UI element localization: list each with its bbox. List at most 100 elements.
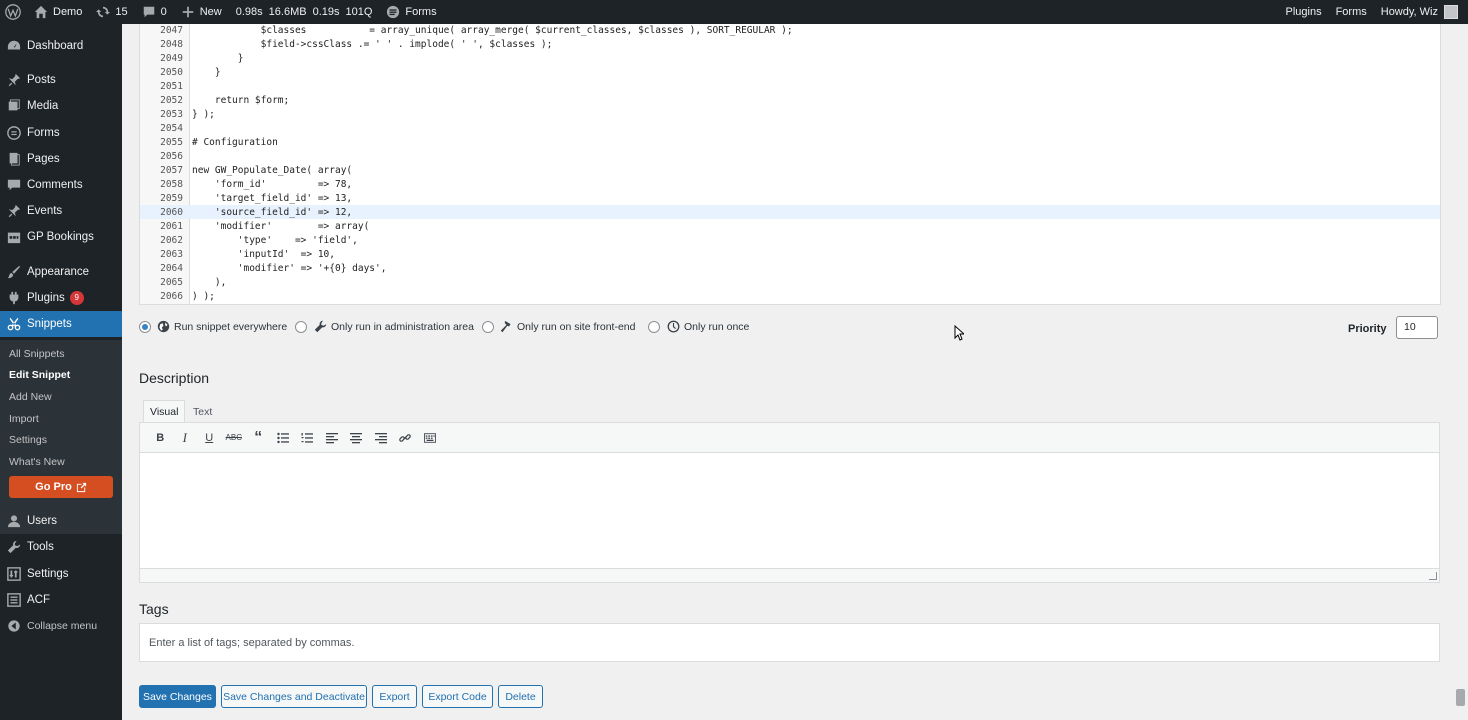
clock-icon [667, 320, 680, 333]
tab-text[interactable]: Text [186, 400, 219, 422]
save-and-deactivate-button[interactable]: Save Changes and Deactivate [221, 685, 367, 708]
plugins-link[interactable]: Plugins [1279, 0, 1329, 24]
run-frontend-radio[interactable] [482, 321, 494, 333]
code-line: 2055 # Configuration [140, 135, 1440, 149]
sidebar-item-posts[interactable]: Posts [0, 67, 122, 93]
submenu-add-new[interactable]: Add New [9, 391, 52, 403]
go-pro-label: Go Pro [35, 481, 72, 493]
run-everywhere-radio[interactable] [139, 321, 151, 333]
priority-input[interactable]: 10 [1396, 316, 1438, 339]
sidebar-item-gp-bookings[interactable]: GP Bookings [0, 224, 122, 250]
sidebar-item-tools[interactable]: Tools [0, 534, 122, 560]
export-code-button[interactable]: Export Code [422, 685, 493, 708]
forms-right-link[interactable]: Forms [1329, 0, 1374, 24]
admin-sidebar: Dashboard Posts Media Forms Pages Commen… [0, 24, 122, 720]
underline-icon: U [205, 431, 214, 444]
code-editor[interactable]: 2047 $classes = array_unique( array_merg… [139, 24, 1441, 305]
new-content-link[interactable]: New [174, 0, 229, 24]
sidebar-item-comments[interactable]: Comments [0, 172, 122, 198]
sidebar-item-users[interactable]: Users [0, 508, 122, 534]
align-right-button[interactable] [369, 428, 394, 448]
code-line: 2052 return $form; [140, 93, 1440, 107]
link-button[interactable] [393, 428, 418, 448]
query-monitor-link[interactable]: 0.98s 16.6MB 0.19s 101Q [229, 0, 380, 24]
italic-button[interactable]: I [173, 428, 198, 448]
sidebar-item-label: Comments [27, 179, 83, 191]
delete-button[interactable]: Delete [498, 685, 543, 708]
pin-icon [6, 203, 22, 219]
sidebar-item-pages[interactable]: Pages [0, 146, 122, 172]
sidebar-item-label: Tools [27, 541, 54, 553]
submenu-whats-new[interactable]: What's New [9, 456, 65, 468]
stat-queries: 101Q [345, 6, 373, 18]
bullet-list-button[interactable] [271, 428, 296, 448]
home-icon [34, 5, 48, 19]
sidebar-item-appearance[interactable]: Appearance [0, 259, 122, 285]
sidebar-item-settings[interactable]: Settings [0, 561, 122, 587]
submenu-all-snippets[interactable]: All Snippets [9, 348, 64, 360]
editor-status-bar [139, 569, 1440, 583]
code-line: 2047 $classes = array_unique( array_merg… [140, 24, 1440, 37]
underline-button[interactable]: U [197, 428, 222, 448]
sidebar-item-acf[interactable]: ACF [0, 587, 122, 613]
code-line: 2061 'modifier' => array( [140, 219, 1440, 233]
tags-input[interactable]: Enter a list of tags; separated by comma… [139, 623, 1440, 662]
sidebar-item-snippets[interactable]: Snippets [0, 311, 122, 337]
site-name-link[interactable]: Demo [27, 0, 89, 24]
page-scrollbar[interactable] [1456, 689, 1465, 706]
run-everywhere-option[interactable]: Run snippet everywhere [157, 320, 287, 333]
my-account-link[interactable]: Howdy, Wiz [1374, 0, 1468, 24]
globe-icon [157, 320, 170, 333]
save-changes-button[interactable]: Save Changes [139, 685, 216, 708]
run-once-radio[interactable] [648, 321, 660, 333]
run-once-option[interactable]: Only run once [667, 320, 749, 333]
submenu-settings[interactable]: Settings [9, 434, 47, 446]
go-pro-button[interactable]: Go Pro [9, 476, 113, 498]
wrench-icon [314, 320, 327, 333]
forms-icon [386, 5, 400, 19]
numbered-list-button[interactable] [295, 428, 320, 448]
sidebar-item-label: Appearance [27, 266, 90, 278]
resize-handle[interactable] [1429, 572, 1437, 580]
code-line: 2064 'modifier' => '+{0} days', [140, 261, 1440, 275]
toolbar-toggle-button[interactable] [418, 428, 443, 448]
run-frontend-option[interactable]: Only run on site front-end [500, 320, 635, 333]
forms-link[interactable]: Forms [379, 0, 443, 24]
code-text: $field->cssClass .= ' ' . implode( ' ', … [192, 38, 553, 50]
collapse-menu-button[interactable]: Collapse menu [0, 613, 122, 639]
align-left-button[interactable] [320, 428, 345, 448]
blockquote-icon: “ [254, 428, 263, 446]
run-admin-radio[interactable] [295, 321, 307, 333]
run-admin-option[interactable]: Only run in administration area [314, 320, 474, 333]
sidebar-item-forms[interactable]: Forms [0, 120, 122, 146]
code-line: 2056 [140, 149, 1440, 163]
updates-count: 15 [115, 6, 128, 18]
sidebar-item-media[interactable]: Media [0, 93, 122, 119]
sidebar-item-label: Forms [27, 127, 60, 139]
code-line: 2053} ); [140, 107, 1440, 121]
line-number: 2059 [160, 192, 183, 204]
forms-label: Forms [405, 6, 437, 18]
sidebar-item-events[interactable]: Events [0, 198, 122, 224]
export-button[interactable]: Export [372, 685, 417, 708]
media-icon [6, 98, 22, 114]
updates-link[interactable]: 15 [89, 0, 134, 24]
tab-visual[interactable]: Visual [143, 400, 186, 422]
submenu-edit-snippet[interactable]: Edit Snippet [9, 369, 70, 381]
description-editor[interactable] [139, 453, 1440, 569]
comments-link[interactable]: 0 [135, 0, 174, 24]
wordpress-logo-button[interactable] [0, 0, 27, 24]
sidebar-item-plugins[interactable]: Plugins 9 [0, 285, 122, 311]
code-text: ) ); [192, 290, 215, 302]
blockquote-button[interactable]: “ [246, 428, 271, 448]
sidebar-item-dashboard[interactable]: Dashboard [0, 33, 122, 59]
submenu-import[interactable]: Import [9, 413, 39, 425]
strikethrough-button[interactable]: ABC [222, 428, 247, 448]
bold-button[interactable]: B [148, 428, 173, 448]
code-text: 'type' => 'field', [192, 234, 358, 246]
align-right-icon [374, 432, 387, 443]
plugins-update-badge: 9 [69, 291, 84, 305]
align-center-button[interactable] [344, 428, 369, 448]
bold-icon: B [156, 431, 165, 444]
code-line: 2051 [140, 79, 1440, 93]
